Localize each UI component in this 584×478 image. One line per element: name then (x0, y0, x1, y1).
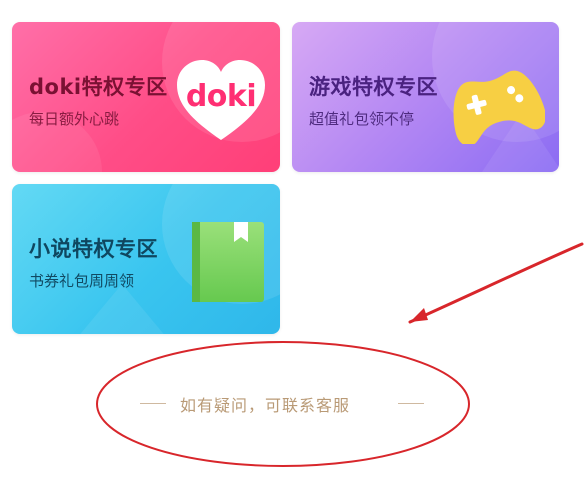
card-decoration (72, 284, 172, 334)
doki-privilege-card[interactable]: doki特权专区 每日额外心跳 doki (12, 22, 280, 172)
annotation-arrow-head (410, 308, 428, 322)
novel-privilege-card[interactable]: 小说特权专区 书券礼包周周领 (12, 184, 280, 334)
footer-divider-left (140, 403, 166, 404)
gamepad-icon (449, 70, 546, 147)
customer-service-hint[interactable]: 如有疑问，可联系客服 (180, 392, 350, 416)
green-book-icon (190, 220, 266, 304)
doki-logo-text: doki (185, 79, 257, 114)
card-subtitle: 每日额外心跳 (29, 110, 120, 128)
card-title: 小说特权专区 (29, 237, 158, 261)
game-privilege-card[interactable]: 游戏特权专区 超值礼包领不停 (292, 22, 559, 172)
doki-heart-icon: doki (175, 58, 267, 144)
card-subtitle: 书券礼包周周领 (29, 272, 135, 290)
card-subtitle: 超值礼包领不停 (309, 110, 415, 128)
annotation-arrow-line (408, 242, 584, 324)
footer-divider-right (398, 403, 424, 404)
card-title: doki特权专区 (29, 75, 168, 99)
card-title: 游戏特权专区 (309, 75, 438, 99)
